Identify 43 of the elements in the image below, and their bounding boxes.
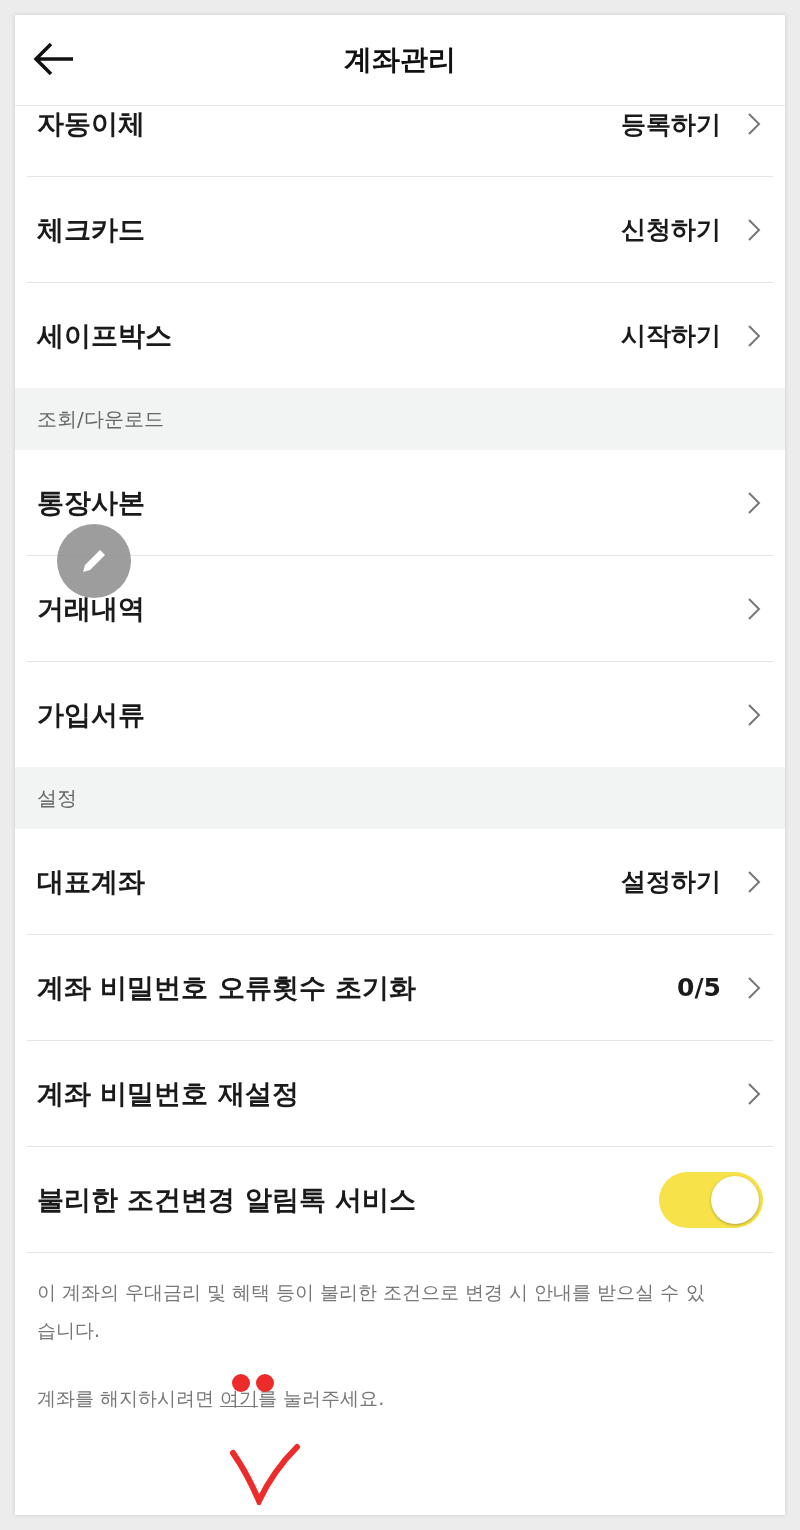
settings-row[interactable]: 통장사본 xyxy=(27,450,773,555)
settings-row[interactable]: 체크카드 신청하기 xyxy=(27,177,773,282)
settings-row[interactable]: 자동이체 등록하기 xyxy=(27,106,773,142)
settings-row[interactable]: 불리한 조건변경 알림톡 서비스 xyxy=(27,1147,773,1252)
settings-row[interactable]: 대표계좌 설정하기 xyxy=(27,829,773,934)
row-value: 설정하기 xyxy=(621,866,721,898)
chevron-icon xyxy=(747,490,761,515)
chevron-icon xyxy=(747,596,761,621)
chevron-icon xyxy=(747,217,761,242)
screen-title: 계좌관리 xyxy=(344,42,456,78)
row-label: 계좌 비밀번호 오류횟수 초기화 xyxy=(37,970,417,1005)
row-label: 가입서류 xyxy=(37,697,145,732)
chevron-icon xyxy=(747,975,761,1000)
row-value: 등록하기 xyxy=(621,108,721,141)
chevron-icon xyxy=(747,323,761,348)
settings-row[interactable]: 계좌 비밀번호 재설정 xyxy=(27,1041,773,1146)
notice-text: 이 계좌의 우대금리 및 혜택 등이 불리한 조건으로 변경 시 안내를 받으실 수 있습니다. xyxy=(36,1280,706,1343)
chevron-icon xyxy=(747,1081,761,1106)
row-label: 세이프박스 xyxy=(37,318,172,353)
row-label: 통장사본 xyxy=(37,485,145,520)
chevron-icon xyxy=(747,112,761,136)
cancel-notice: 계좌를 해지하시려면 여기 를 눌러주세요. xyxy=(37,1386,386,1411)
section-header: 설정 xyxy=(37,784,77,812)
settings-row[interactable]: 가입서류 xyxy=(27,662,773,767)
chevron-icon xyxy=(747,869,761,894)
row-value: 시작하기 xyxy=(621,320,721,352)
check-mark-drawing xyxy=(229,1443,301,1505)
row-label: 대표계좌 xyxy=(37,864,145,899)
settings-row[interactable]: 거래내역 xyxy=(27,556,773,661)
row-label: 거래내역 xyxy=(37,591,145,626)
back-button[interactable] xyxy=(33,41,75,77)
settings-row[interactable]: 계좌 비밀번호 오류횟수 초기화 0/5 xyxy=(27,935,773,1040)
row-value: 신청하기 xyxy=(621,214,721,246)
row-value: 0/5 xyxy=(677,973,721,1002)
section-header: 조회/다운로드 xyxy=(37,405,164,433)
settings-row[interactable]: 세이프박스 시작하기 xyxy=(27,283,773,388)
chevron-icon xyxy=(747,702,761,727)
row-label: 계좌 비밀번호 재설정 xyxy=(37,1076,299,1111)
row-label: 자동이체 xyxy=(37,107,145,141)
here-link[interactable]: 여기 xyxy=(220,1387,259,1409)
back-arrow-icon xyxy=(33,41,75,77)
row-label: 불리한 조건변경 알림톡 서비스 xyxy=(37,1182,417,1217)
row-label: 체크카드 xyxy=(37,212,145,247)
